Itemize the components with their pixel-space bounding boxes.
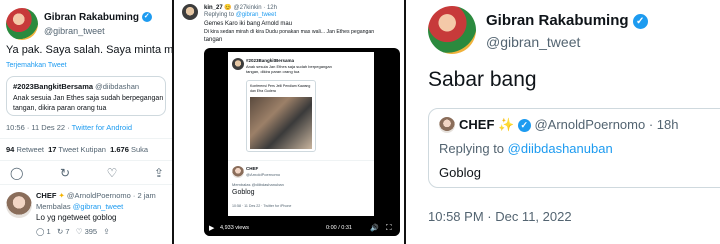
tweet-text: Sabar bang xyxy=(428,68,537,91)
frame-hashtag: #2023BangkitBersama xyxy=(246,58,295,63)
like-icon[interactable]: ♡ xyxy=(107,166,118,180)
verified-badge-icon: ✓ xyxy=(632,13,648,29)
retweet-icon[interactable]: ↻ xyxy=(60,166,70,180)
quoted-tweet-card[interactable]: CHEF ✨ ✓ @ArnoldPoernomo · 18h Replying … xyxy=(428,108,720,188)
tweet-source[interactable]: Twitter for Android xyxy=(72,123,132,132)
reply-author-name[interactable]: CHEF xyxy=(36,191,56,200)
frame-chef-avatar xyxy=(232,166,244,178)
quote-text-line-1: Anak sesuia Jan Ethes saja sudah berpega… xyxy=(13,95,164,102)
quote-hashtag[interactable]: #2023BangkitBersama xyxy=(13,82,93,91)
frame-chef-meta: 10:58 · 11 Des 22 · Twitter for iPhone xyxy=(232,204,292,208)
reply-action-count: 1 xyxy=(46,227,51,236)
profile-avatar[interactable] xyxy=(182,4,198,20)
retweet-action-count: 7 xyxy=(65,227,70,236)
video-player[interactable]: #2023BangkitBersama Anak sesuia Jan Ethe… xyxy=(204,48,400,236)
like-label[interactable]: Suka xyxy=(131,145,148,154)
screenshot-panel-middle: kin_27 😊 @27kinkin · 12h Replying to @gi… xyxy=(176,0,406,244)
like-action-icon[interactable]: ♡ xyxy=(76,227,83,236)
retweet-label[interactable]: Retweet xyxy=(16,145,44,154)
tweet-text-line-1: Gemes Karo iki bang Arnold mau xyxy=(204,21,293,27)
profile-avatar[interactable] xyxy=(6,8,38,40)
video-frame: #2023BangkitBersama Anak sesuia Jan Ethe… xyxy=(228,52,374,216)
reply-icon[interactable]: ◯ xyxy=(10,166,23,180)
verified-badge-icon: ✓ xyxy=(141,12,152,23)
tweet-text-line-2: Di kira sedan mirah di kira Dudu ponakan… xyxy=(204,29,375,35)
replying-handle[interactable]: @gibran_tweet xyxy=(236,12,276,18)
fullscreen-icon[interactable]: ⛶ xyxy=(386,223,392,233)
reply-text: Lo yg ngetweet goblog xyxy=(36,213,117,222)
quote-tweet-count[interactable]: 17 xyxy=(48,145,56,154)
press-conference-photo xyxy=(250,97,312,149)
tweet-timestamp[interactable]: 10:58 PM · Dec 11, 2022 xyxy=(428,209,572,224)
frame-chef-name: CHEF xyxy=(246,166,259,171)
tweet-text: Ya pak. Saya salah. Saya minta maaf xyxy=(6,44,174,56)
reply-author-avatar[interactable] xyxy=(6,192,32,218)
frame-quote-card: Konferensi Pers Jelli Pendiam Kawang dan… xyxy=(246,80,316,152)
quote-tweet-label[interactable]: Tweet Kutipan xyxy=(58,145,106,154)
dot-separator: · xyxy=(67,123,70,132)
retweet-action-icon[interactable]: ↻ xyxy=(57,227,63,236)
frame-tweet-text: Anak sesuia Jan Ethes saja sudah berpega… xyxy=(246,64,332,74)
quote-text-line-2: tangan, dikira paran orang tua xyxy=(13,105,107,112)
replying-prefix: Replying to xyxy=(439,141,505,156)
video-views: 4,933 views xyxy=(220,225,250,231)
frame-chef-reply: Membalas @diibdashanuban xyxy=(232,182,284,187)
sparkle-emoji-icon: ✦ xyxy=(58,191,65,200)
quoted-tweet-card[interactable]: #2023BangkitBersama @diibdashan Anak ses… xyxy=(6,76,166,116)
quote-handle: @diibdashan xyxy=(95,82,140,91)
verified-badge-icon: ✓ xyxy=(517,119,531,133)
share-icon[interactable]: ⇪ xyxy=(154,166,164,180)
divider xyxy=(0,138,172,139)
tweet-text-line-3: tangan xyxy=(204,37,223,43)
like-action-count: 395 xyxy=(84,227,98,236)
divider xyxy=(0,160,172,161)
replying-handle[interactable]: @diibdashanuban xyxy=(508,141,613,156)
profile-avatar[interactable] xyxy=(428,6,476,54)
tweet-timestamp[interactable]: 10:56 · 11 Des 22 xyxy=(6,123,65,132)
reply-action-icon[interactable]: ◯ xyxy=(36,227,44,236)
emoji-icon: 😊 xyxy=(224,5,232,11)
quote-author-handle: @ArnoldPoernomo · 18h xyxy=(534,117,679,132)
frame-avatar xyxy=(232,58,244,70)
retweet-count[interactable]: 94 xyxy=(6,145,14,154)
frame-chef-text: Goblog xyxy=(232,189,255,196)
divider xyxy=(0,184,172,185)
play-icon[interactable]: ▶ xyxy=(209,224,214,232)
profile-name[interactable]: Gibran Rakabuming xyxy=(486,12,629,29)
share-action-icon[interactable]: ⇪ xyxy=(103,227,109,236)
quote-text: Goblog xyxy=(439,165,481,180)
sparkle-emoji-icon: ✨ xyxy=(498,117,515,132)
profile-handle[interactable]: @gibran_tweet xyxy=(486,34,580,50)
frame-chef-handle: @ArnoldPoernomo xyxy=(246,172,281,177)
quote-author-avatar xyxy=(439,117,455,133)
reply-author-handle[interactable]: @ArnoldPoernomo · 2 jam xyxy=(67,191,156,200)
volume-icon[interactable]: 🔊 xyxy=(370,224,379,232)
like-count[interactable]: 1.676 xyxy=(110,145,129,154)
video-time: 0:00 / 0:31 xyxy=(326,225,352,231)
quote-author-name: CHEF xyxy=(459,117,495,132)
translate-tweet-link[interactable]: Terjemahkan Tweet xyxy=(6,62,67,69)
author-name[interactable]: kin_27 xyxy=(204,5,223,11)
profile-name[interactable]: Gibran Rakabuming xyxy=(44,12,139,23)
reply-to-handle[interactable]: @gibran_tweet xyxy=(73,202,124,211)
screenshot-panel-right: Gibran Rakabuming ✓ @gibran_tweet Sabar … xyxy=(408,0,720,244)
replying-prefix: Replying to xyxy=(204,12,235,18)
screenshot-panel-left: Gibran Rakabuming ✓ @gibran_tweet Ya pak… xyxy=(0,0,174,244)
profile-handle[interactable]: @gibran_tweet xyxy=(44,26,105,36)
frame-quote-text: Konferensi Pers Jelli Pendiam Kawang dan… xyxy=(250,84,311,93)
reply-to-prefix: Membalas xyxy=(36,202,71,211)
author-handle[interactable]: @27kinkin · 12h xyxy=(234,5,277,11)
